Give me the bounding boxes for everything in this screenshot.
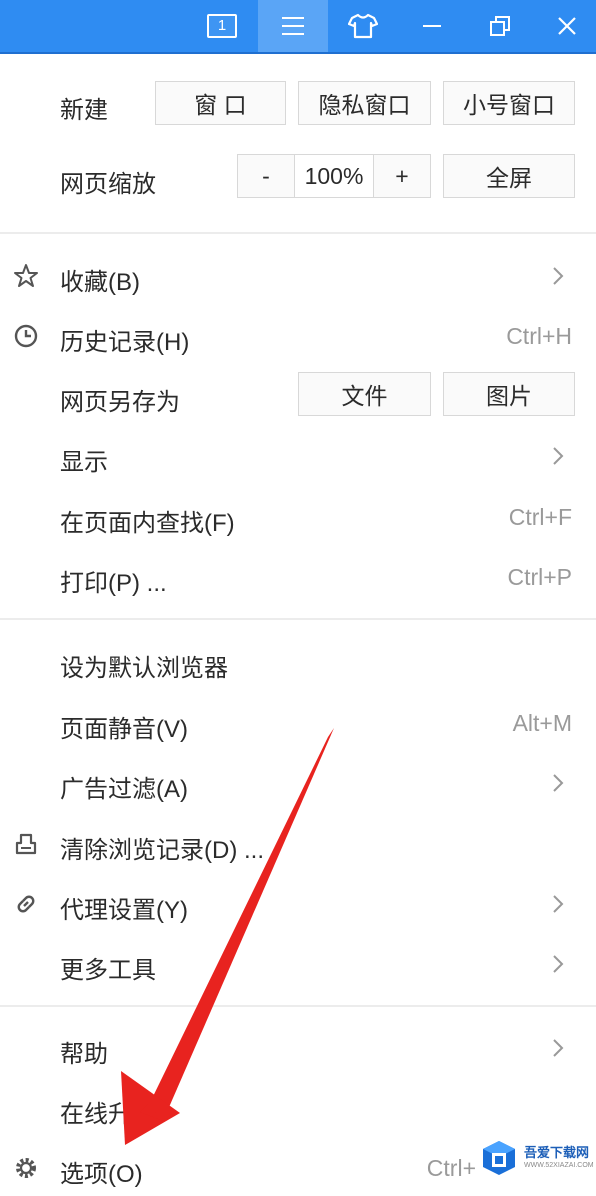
minimize-button[interactable] [398,0,466,52]
default-browser-label: 设为默认浏览器 [60,655,228,682]
menu-item-online-upgrade[interactable]: 在线升 [0,1080,596,1136]
tab-count-badge: 1 [207,14,237,38]
mute-shortcut: Alt+M [512,710,572,736]
shirt-icon [348,13,378,39]
divider [0,232,596,234]
menu-item-default-browser[interactable]: 设为默认浏览器 [0,634,596,690]
options-shortcut: Ctrl+ [426,1155,476,1181]
zoom-out-button[interactable]: - [237,154,295,198]
menu-item-more-tools[interactable]: 更多工具 [0,936,596,992]
zoom-level: 100% [294,154,374,198]
new-window-button[interactable]: 窗 口 [155,81,286,125]
link-icon [17,895,35,913]
watermark-title: 吾爱下载网 [524,1145,590,1160]
close-icon [558,17,576,35]
online-upgrade-label: 在线升 [60,1101,132,1128]
menu-item-mute[interactable]: 页面静音(V) Alt+M [0,695,596,751]
menu-item-save-as: 网页另存为 文件 图片 [0,368,596,424]
mute-label: 页面静音(V) [60,716,188,743]
menu-item-print[interactable]: 打印(P) ... Ctrl+P [0,549,596,605]
main-menu: 新建 窗 口 隐私窗口 小号窗口 网页缩放 - 100% + 全屏 收藏(B) … [0,54,596,1193]
restore-icon [490,16,510,36]
chevron-right-icon [553,895,564,913]
menu-item-history[interactable]: 历史记录(H) Ctrl+H [0,308,596,364]
divider [0,1005,596,1007]
options-label: 选项(O) [60,1161,143,1188]
menu-button[interactable] [258,0,328,52]
menu-item-clear-history[interactable]: 清除浏览记录(D) ... [0,816,596,872]
chevron-right-icon [553,955,564,973]
divider [0,618,596,620]
new-private-window-button[interactable]: 隐私窗口 [298,81,431,125]
adblock-label: 广告过滤(A) [60,776,188,803]
zoom-label: 网页缩放 [60,171,156,198]
menu-item-find[interactable]: 在页面内查找(F) Ctrl+F [0,489,596,545]
menu-item-adblock[interactable]: 广告过滤(A) [0,755,596,811]
save-as-image-button[interactable]: 图片 [443,372,575,416]
zoom-in-button[interactable]: + [373,154,431,198]
display-label: 显示 [60,449,108,476]
print-label: 打印(P) ... [60,570,167,597]
history-shortcut: Ctrl+H [506,323,572,349]
hamburger-icon [282,17,304,35]
chevron-right-icon [553,1039,564,1057]
fullscreen-button[interactable]: 全屏 [443,154,575,198]
chevron-right-icon [553,267,564,285]
title-bar: 1 [0,0,596,54]
favorites-label: 收藏(B) [60,269,140,296]
chevron-right-icon [553,447,564,465]
menu-item-favorites[interactable]: 收藏(B) [0,248,596,304]
star-icon [14,264,38,287]
print-shortcut: Ctrl+P [507,564,572,590]
watermark-subtitle: WWW.52XIAZAI.COM [524,1162,594,1169]
find-label: 在页面内查找(F) [60,510,235,537]
chevron-right-icon [553,774,564,792]
new-mini-window-button[interactable]: 小号窗口 [443,81,575,125]
proxy-label: 代理设置(Y) [60,897,188,924]
more-tools-label: 更多工具 [60,957,156,984]
menu-item-help[interactable]: 帮助 [0,1020,596,1076]
skin-button[interactable] [328,0,398,52]
restore-button[interactable] [466,0,534,52]
history-label: 历史记录(H) [60,329,190,356]
watermark-logo-icon [483,1141,515,1175]
tab-count-button[interactable]: 1 [188,0,256,52]
clock-icon [14,324,38,348]
save-as-label: 网页另存为 [60,389,180,416]
save-as-file-button[interactable]: 文件 [298,372,431,416]
eraser-icon [15,833,37,855]
find-shortcut: Ctrl+F [508,504,572,530]
gear-icon [16,1158,36,1178]
close-button[interactable] [538,0,596,52]
help-label: 帮助 [60,1041,108,1068]
clear-history-label: 清除浏览记录(D) ... [60,837,264,864]
minimize-icon [423,25,441,27]
menu-item-display[interactable]: 显示 [0,428,596,484]
menu-item-proxy[interactable]: 代理设置(Y) [0,876,596,932]
new-label: 新建 [60,97,108,124]
watermark: 吾爱下载网 WWW.52XIAZAI.COM [476,1132,596,1184]
